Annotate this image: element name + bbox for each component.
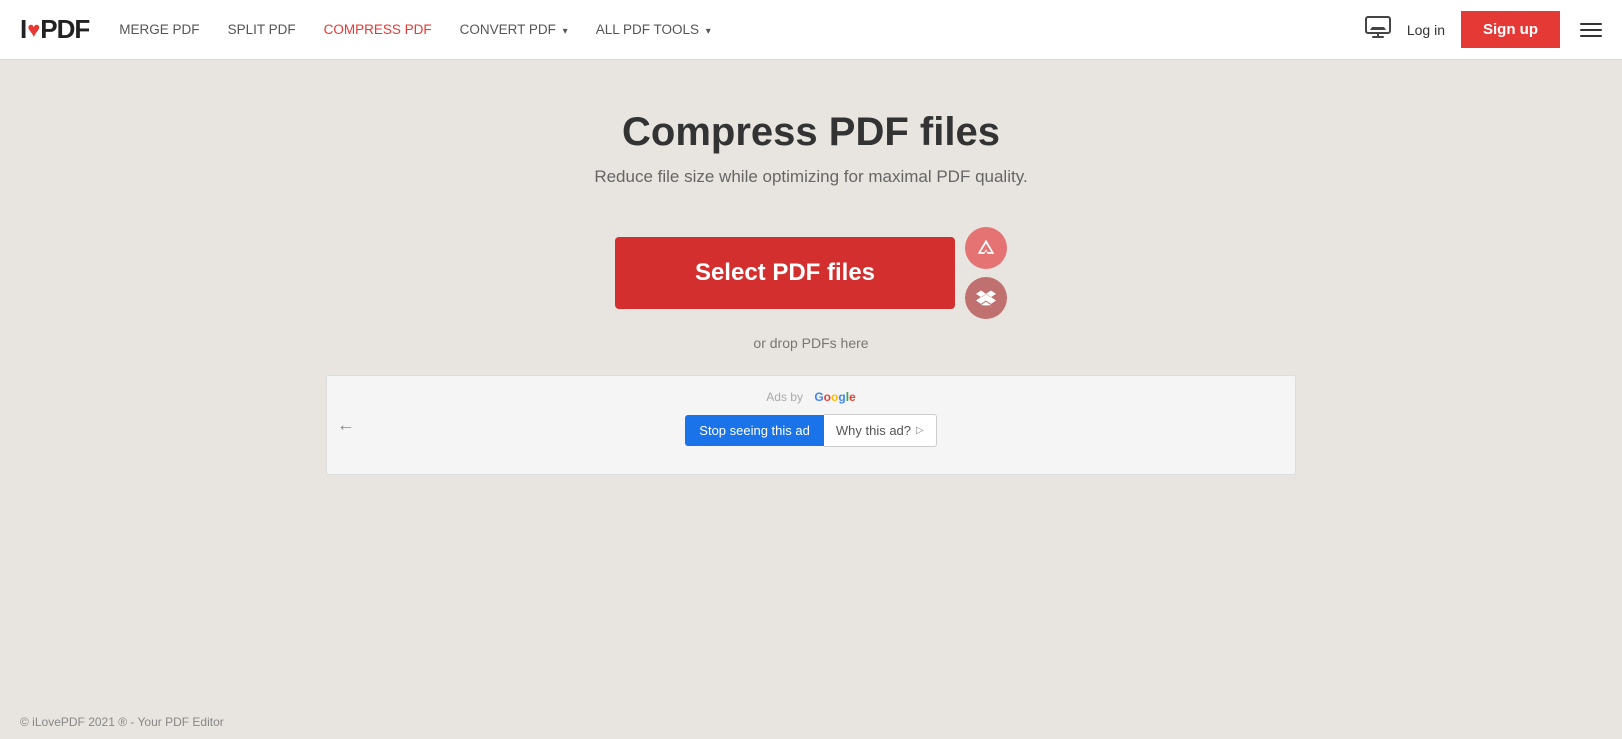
copyright-text: © iLovePDF 2021 ® - Your PDF Editor bbox=[20, 715, 224, 729]
footer: © iLovePDF 2021 ® - Your PDF Editor bbox=[0, 705, 1622, 739]
why-ad-arrow-icon: ▷ bbox=[916, 425, 924, 436]
ad-container: ← Ads by Google Stop seeing this ad Why … bbox=[326, 375, 1296, 475]
dropbox-button[interactable] bbox=[965, 277, 1007, 319]
nav-all-pdf-tools[interactable]: ALL PDF TOOLS ▾ bbox=[596, 22, 711, 37]
google-brand: Google bbox=[814, 390, 855, 404]
nav-merge-pdf[interactable]: MERGE PDF bbox=[119, 22, 199, 37]
logo-i: I bbox=[20, 14, 26, 45]
why-this-ad-button[interactable]: Why this ad? ▷ bbox=[824, 414, 937, 447]
all-tools-arrow-icon: ▾ bbox=[706, 26, 711, 37]
convert-pdf-arrow-icon: ▾ bbox=[563, 26, 568, 37]
header-right: Log in Sign up bbox=[1365, 11, 1602, 48]
nav-split-pdf[interactable]: SPLIT PDF bbox=[228, 22, 296, 37]
logo-pdf: PDF bbox=[40, 14, 89, 45]
signup-button[interactable]: Sign up bbox=[1461, 11, 1560, 48]
login-button[interactable]: Log in bbox=[1407, 22, 1445, 38]
page-title: Compress PDF files bbox=[622, 110, 1000, 155]
nav-convert-pdf[interactable]: CONVERT PDF ▾ bbox=[460, 22, 568, 37]
ads-by-google-label: Ads by Google bbox=[766, 390, 855, 404]
main-content: Compress PDF files Reduce file size whil… bbox=[0, 60, 1622, 475]
back-arrow-icon[interactable]: ← bbox=[337, 415, 355, 436]
main-nav: MERGE PDF SPLIT PDF COMPRESS PDF CONVERT… bbox=[119, 22, 1365, 37]
page-subtitle: Reduce file size while optimizing for ma… bbox=[594, 167, 1027, 187]
google-drive-button[interactable] bbox=[965, 227, 1007, 269]
cloud-icons bbox=[965, 227, 1007, 319]
monitor-icon[interactable] bbox=[1365, 16, 1391, 44]
select-area: Select PDF files bbox=[615, 227, 1007, 319]
logo[interactable]: I ♥ PDF bbox=[20, 14, 89, 45]
logo-heart-icon: ♥ bbox=[27, 17, 39, 43]
nav-compress-pdf[interactable]: COMPRESS PDF bbox=[324, 22, 432, 37]
stop-seeing-ad-button[interactable]: Stop seeing this ad bbox=[685, 415, 824, 446]
drop-text: or drop PDFs here bbox=[753, 335, 868, 351]
header: I ♥ PDF MERGE PDF SPLIT PDF COMPRESS PDF… bbox=[0, 0, 1622, 60]
hamburger-menu-icon[interactable] bbox=[1580, 23, 1602, 37]
ad-actions: Stop seeing this ad Why this ad? ▷ bbox=[685, 414, 936, 447]
select-pdf-button[interactable]: Select PDF files bbox=[615, 237, 955, 309]
